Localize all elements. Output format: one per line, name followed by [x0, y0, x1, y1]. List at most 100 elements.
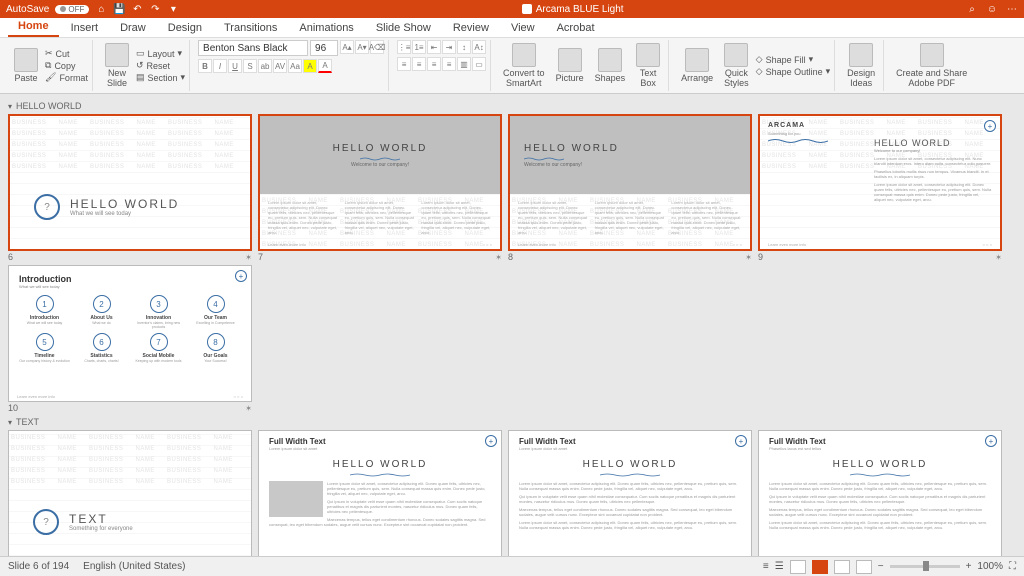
new-slide-button[interactable]: New Slide: [101, 41, 133, 90]
font-color-icon[interactable]: A: [318, 59, 332, 73]
zoom-out-button[interactable]: −: [878, 561, 884, 572]
align-center-icon[interactable]: ≡: [412, 57, 426, 71]
language-indicator[interactable]: English (United States): [83, 561, 185, 572]
collapse-icon[interactable]: ▾: [8, 102, 12, 111]
section-button[interactable]: ▤ Section ▾: [136, 72, 185, 83]
italic-icon[interactable]: I: [213, 59, 227, 73]
slideshow-view-button[interactable]: [856, 560, 872, 574]
zoom-in-button[interactable]: +: [966, 561, 972, 572]
document-title: Arcama BLUE Light: [536, 4, 624, 15]
copy-button[interactable]: ⧉ Copy: [45, 60, 88, 71]
slide-thumb-11[interactable]: ? TEXTSomething for everyone: [8, 430, 252, 556]
design-ideas-button[interactable]: Design Ideas: [843, 41, 879, 90]
justify-icon[interactable]: ≡: [442, 57, 456, 71]
smartart-button[interactable]: Convert to SmartArt: [499, 41, 549, 90]
clear-format-icon[interactable]: A⌫: [370, 40, 384, 54]
plus-icon: +: [235, 270, 247, 282]
shape-fill-button[interactable]: ◇ Shape Fill ▾: [756, 54, 831, 65]
collapse-icon[interactable]: ▾: [8, 418, 12, 427]
slide-sorter[interactable]: ▾HELLO WORLD ? HELLO WORLDWhat we will s…: [0, 94, 1024, 556]
autosave-toggle[interactable]: OFF: [55, 5, 89, 14]
slide-indicator[interactable]: Slide 6 of 194: [8, 561, 69, 572]
line-spacing-icon[interactable]: ↕: [457, 40, 471, 54]
quick-styles-button[interactable]: Quick Styles: [720, 41, 753, 90]
normal-view-button[interactable]: [790, 560, 806, 574]
reading-view-button[interactable]: [834, 560, 850, 574]
slide-number: 6: [8, 252, 13, 262]
font-name-input[interactable]: Benton Sans Black: [198, 40, 308, 56]
status-bar: Slide 6 of 194 English (United States) ≡…: [0, 556, 1024, 576]
sorter-view-button[interactable]: [812, 560, 828, 574]
user-icon[interactable]: ☺: [986, 3, 998, 15]
strike-icon[interactable]: S: [243, 59, 257, 73]
shape-outline-button[interactable]: ◇ Shape Outline ▾: [756, 66, 831, 77]
options-icon[interactable]: ⋯: [1006, 3, 1018, 15]
picture-button[interactable]: Picture: [552, 46, 588, 85]
placeholder-icon: ?: [33, 509, 59, 535]
doc-icon: [522, 4, 532, 14]
slide-thumb-10[interactable]: + Introduction What we will see today 1I…: [8, 265, 252, 402]
text-direction-icon[interactable]: A↕: [472, 40, 486, 54]
tab-transitions[interactable]: Transitions: [214, 19, 287, 37]
slide-thumb-12[interactable]: + Full Width Text Lorem ipsum dolor sit …: [258, 430, 502, 556]
indent-more-icon[interactable]: ⇥: [442, 40, 456, 54]
align-left-icon[interactable]: ≡: [397, 57, 411, 71]
align-text-icon[interactable]: ▭: [472, 57, 486, 71]
home-icon[interactable]: ⌂: [95, 3, 107, 15]
format-painter-button[interactable]: 🖌 Format: [45, 72, 88, 83]
bold-icon[interactable]: B: [198, 59, 212, 73]
section-header-hello[interactable]: ▾HELLO WORLD: [8, 100, 1016, 112]
notes-button[interactable]: ≡: [763, 561, 769, 572]
undo-icon[interactable]: ↶: [131, 3, 143, 15]
search-icon[interactable]: ⌕: [966, 3, 978, 15]
numbering-icon[interactable]: 1≡: [412, 40, 426, 54]
tab-home[interactable]: Home: [8, 17, 59, 37]
tab-design[interactable]: Design: [158, 19, 212, 37]
indent-less-icon[interactable]: ⇤: [427, 40, 441, 54]
slide-thumb-13[interactable]: + Full Width Text Lorem ipsum dolor sit …: [508, 430, 752, 556]
tab-review[interactable]: Review: [443, 19, 499, 37]
shadow-icon[interactable]: ab: [258, 59, 272, 73]
qat-more-icon[interactable]: ▾: [167, 3, 179, 15]
arrange-button[interactable]: Arrange: [677, 46, 717, 85]
case-icon[interactable]: Aa: [288, 59, 302, 73]
paste-button[interactable]: Paste: [10, 46, 42, 85]
save-icon[interactable]: 💾: [113, 3, 125, 15]
fit-button[interactable]: ⛶: [1009, 561, 1016, 572]
zoom-slider[interactable]: [890, 565, 960, 568]
bullets-icon[interactable]: ⋮≡: [397, 40, 411, 54]
slide-thumb-14[interactable]: + Full Width Text Phasellus lacus est se…: [758, 430, 1002, 556]
layout-button[interactable]: ▭ Layout ▾: [136, 48, 185, 59]
slide-thumb-6[interactable]: ? HELLO WORLDWhat we will see today: [8, 114, 252, 251]
font-size-input[interactable]: 96: [310, 40, 338, 56]
redo-icon[interactable]: ↷: [149, 3, 161, 15]
slide-thumb-8[interactable]: + HELLO WORLD Welcome to our company! Lo…: [508, 114, 752, 251]
tab-slideshow[interactable]: Slide Show: [366, 19, 441, 37]
comments-button[interactable]: ☰: [775, 561, 784, 572]
slide-thumb-7[interactable]: HELLO WORLD Welcome to our company! Lore…: [258, 114, 502, 251]
tab-draw[interactable]: Draw: [110, 19, 156, 37]
adobe-pdf-button[interactable]: Create and Share Adobe PDF: [892, 41, 971, 90]
underline-icon[interactable]: U: [228, 59, 242, 73]
reset-button[interactable]: ↺ Reset: [136, 60, 185, 71]
align-right-icon[interactable]: ≡: [427, 57, 441, 71]
ribbon: Paste ✂ Cut ⧉ Copy 🖌 Format New Slide ▭ …: [0, 38, 1024, 94]
tab-animations[interactable]: Animations: [289, 19, 363, 37]
shrink-font-icon[interactable]: A▾: [355, 40, 369, 54]
transition-icon: ✶: [245, 253, 252, 262]
slide-thumb-9[interactable]: + ARCAMA Something for you HELLO WORLD W…: [758, 114, 1002, 251]
shapes-button[interactable]: Shapes: [591, 46, 630, 85]
tab-acrobat[interactable]: Acrobat: [547, 19, 605, 37]
title-bar: AutoSave OFF ⌂ 💾 ↶ ↷ ▾ Arcama BLUE Light…: [0, 0, 1024, 18]
spacing-icon[interactable]: AV: [273, 59, 287, 73]
tab-view[interactable]: View: [501, 19, 545, 37]
grow-font-icon[interactable]: A▴: [340, 40, 354, 54]
textbox-button[interactable]: Text Box: [632, 41, 664, 90]
tab-insert[interactable]: Insert: [61, 19, 109, 37]
zoom-level[interactable]: 100%: [977, 561, 1003, 572]
cut-button[interactable]: ✂ Cut: [45, 48, 88, 59]
highlight-icon[interactable]: A: [303, 59, 317, 73]
autosave-label: AutoSave: [6, 4, 49, 15]
section-header-text[interactable]: ▾TEXT: [8, 416, 1016, 428]
columns-icon[interactable]: ▥: [457, 57, 471, 71]
